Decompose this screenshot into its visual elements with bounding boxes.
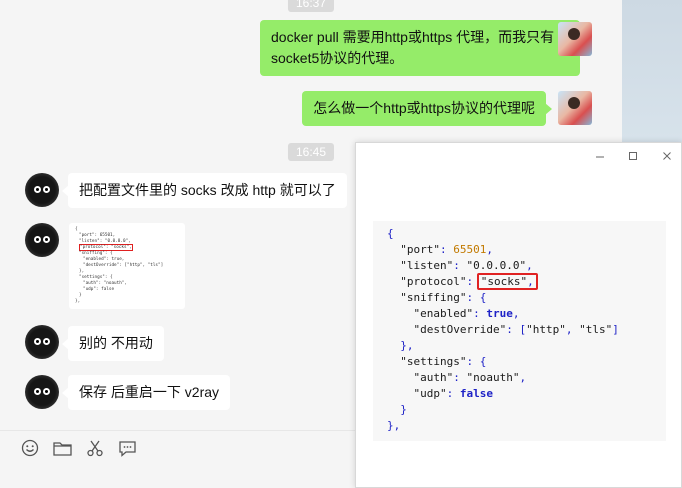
input-toolbar [0,430,355,488]
message-bubble[interactable]: 把配置文件里的 socks 改成 http 就可以了 [62,173,347,208]
timestamp: 16:45 [287,143,335,161]
close-button[interactable] [656,147,678,165]
image-message-thumbnail[interactable]: { "port": 65501, "listen": "0.0.0.0", "p… [69,223,185,309]
protocol-highlight-box: "socks", [476,273,538,290]
message-incoming[interactable]: 把配置文件里的 socks 改成 http 就可以了 [62,173,347,208]
scissors-icon[interactable] [84,437,106,459]
timestamp: 16:37 [287,0,335,12]
minimize-button[interactable] [589,147,611,165]
message-bubble[interactable]: 保存 后重启一下 v2ray [61,375,231,410]
avatar[interactable] [558,91,592,125]
message-bubble[interactable]: 别的 不用动 [62,326,164,361]
message-outgoing[interactable]: 怎么做一个http或https协议的代理呢 [302,91,552,126]
avatar[interactable] [25,173,59,207]
message-bubble[interactable]: docker pull 需要用http或https 代理，而我只有socket5… [260,20,586,76]
avatar[interactable] [558,22,592,56]
avatar[interactable] [25,325,59,359]
emoji-icon[interactable] [19,437,41,459]
message-incoming[interactable]: 别的 不用动 [62,326,164,361]
config-code-image: { "port": 65501, "listen": "0.0.0.0", "p… [373,221,666,441]
message-outgoing[interactable]: docker pull 需要用http或https 代理，而我只有socket5… [260,20,592,76]
maximize-button[interactable] [622,147,644,165]
message-bubble[interactable]: 怎么做一个http或https协议的代理呢 [302,91,552,126]
avatar[interactable] [25,223,59,257]
image-viewer-window: { "port": 65501, "listen": "0.0.0.0", "p… [355,142,682,488]
folder-icon[interactable] [51,437,73,459]
message-incoming[interactable]: 保存 后重启一下 v2ray [61,375,231,410]
avatar[interactable] [25,375,59,409]
chat-bubble-icon[interactable] [116,437,138,459]
